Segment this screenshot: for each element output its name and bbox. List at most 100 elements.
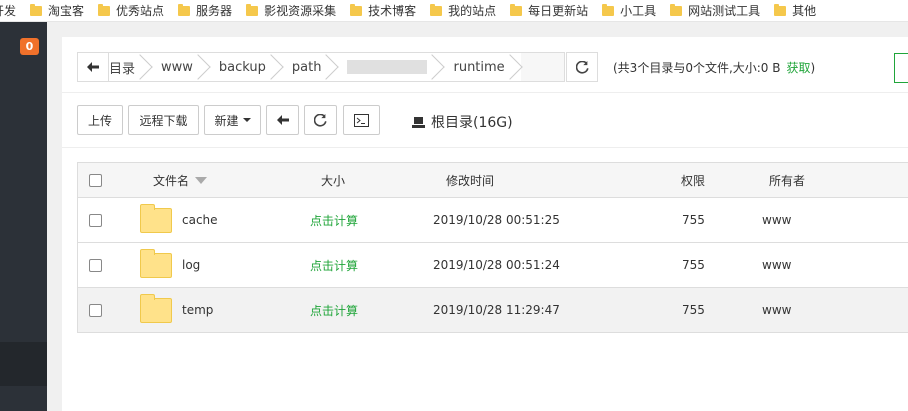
terminal-button[interactable] xyxy=(343,105,380,135)
sidebar-header: 0 xyxy=(0,22,47,67)
bookmark-label: 影视资源采集 xyxy=(264,4,337,18)
owner: www xyxy=(762,303,792,317)
permission[interactable]: 755 xyxy=(682,303,705,317)
upload-label: 上传 xyxy=(87,113,112,128)
upload-button[interactable]: 上传 xyxy=(77,105,123,135)
bookmark-item[interactable]: 淘宝客 xyxy=(30,2,84,19)
bookmark-item[interactable]: 优秀站点 xyxy=(98,2,164,19)
notification-badge[interactable]: 0 xyxy=(20,38,39,55)
row-checkbox[interactable] xyxy=(89,258,102,272)
table-row[interactable]: cache 点击计算 2019/10/28 00:51:25 755 www xyxy=(77,198,908,243)
bookmark-item[interactable]: 影视资源采集 xyxy=(246,2,336,19)
bookmark-item[interactable]: 技术博客 xyxy=(350,2,416,19)
table-header: 文件名 大小 修改时间 权限 所有者 xyxy=(77,162,908,198)
header-label: 权限 xyxy=(681,173,706,188)
bookmark-label: 淘宝客 xyxy=(48,4,85,18)
arrow-left-icon xyxy=(276,115,289,125)
back-button[interactable] xyxy=(266,105,299,135)
folder-icon xyxy=(30,3,43,16)
row-checkbox[interactable] xyxy=(89,213,102,227)
terminal-icon xyxy=(354,113,369,127)
refresh-icon xyxy=(314,113,327,127)
table-row[interactable]: log 点击计算 2019/10/28 00:51:24 755 www xyxy=(77,243,908,288)
directory-summary: (共3个目录与0个文件,大小:0 B 获取) xyxy=(613,59,815,76)
path-input-area[interactable] xyxy=(520,53,564,81)
remote-download-label: 远程下载 xyxy=(139,113,188,128)
remote-download-button[interactable]: 远程下载 xyxy=(128,105,199,135)
bookmark-item[interactable]: 每日更新站 xyxy=(510,2,588,19)
permission[interactable]: 755 xyxy=(682,258,705,272)
breadcrumb-item[interactable]: 目录 xyxy=(99,53,151,81)
redacted-block xyxy=(347,60,428,74)
folder-icon xyxy=(430,3,443,16)
calculate-size-link[interactable]: 点击计算 xyxy=(310,257,358,274)
bookmark-item[interactable]: 网站测试工具 xyxy=(670,2,760,19)
breadcrumb-label: runtime xyxy=(453,59,505,75)
table-row[interactable]: temp 点击计算 2019/10/28 11:29:47 755 www xyxy=(77,288,908,333)
owner: www xyxy=(762,213,792,227)
breadcrumb-label: 目录 xyxy=(109,61,136,77)
folder-icon xyxy=(140,293,172,323)
refresh-icon xyxy=(575,60,589,74)
disk-root[interactable]: 根目录(16G) xyxy=(412,112,513,132)
folder-icon xyxy=(350,3,363,16)
breadcrumb-item[interactable]: path xyxy=(282,53,338,81)
folder-icon xyxy=(246,3,259,16)
summary-close: ) xyxy=(810,61,816,75)
breadcrumb-item-redacted[interactable] xyxy=(337,53,443,81)
bookmark-label: 小工具 xyxy=(620,4,657,18)
bookmark-item[interactable]: 开发 xyxy=(0,2,16,19)
bookmark-label: 开发 xyxy=(0,4,17,18)
summary-text: (共3个目录与0个文件,大小:0 B xyxy=(613,61,781,75)
new-label: 新建 xyxy=(214,113,239,128)
bookmark-label: 我的站点 xyxy=(448,4,497,18)
bookmark-label: 网站测试工具 xyxy=(688,4,761,18)
sort-icon xyxy=(195,176,208,184)
file-table: 文件名 大小 修改时间 权限 所有者 cache 点击计算 2019/10/28… xyxy=(77,162,908,333)
bookmark-label: 优秀站点 xyxy=(116,4,165,18)
disk-label: 根目录(16G) xyxy=(431,115,513,131)
calculate-size-link[interactable]: 点击计算 xyxy=(310,302,358,319)
breadcrumb-label: backup xyxy=(218,59,266,75)
summary-calc-link[interactable]: 获取 xyxy=(787,61,811,75)
column-size-header: 大小 xyxy=(321,163,345,197)
header-label: 修改时间 xyxy=(446,173,495,188)
clipped-button[interactable] xyxy=(894,53,908,83)
arrow-left-icon xyxy=(87,62,99,72)
column-perm-header: 权限 xyxy=(681,163,705,197)
file-name[interactable]: log xyxy=(182,258,200,272)
column-name-header[interactable]: 文件名 xyxy=(153,163,208,197)
folder-icon xyxy=(140,248,172,278)
select-all-checkbox[interactable] xyxy=(89,173,102,187)
path-refresh-button[interactable] xyxy=(566,52,598,82)
file-name[interactable]: temp xyxy=(182,303,213,317)
row-checkbox[interactable] xyxy=(89,303,102,317)
bookmark-item[interactable]: 服务器 xyxy=(178,2,232,19)
bookmark-label: 每日更新站 xyxy=(528,4,589,18)
divider xyxy=(62,147,908,148)
folder-icon xyxy=(178,3,191,16)
bookmark-item[interactable]: 小工具 xyxy=(602,2,656,19)
path-bar: 目录 www backup path runtime xyxy=(77,52,565,82)
breadcrumb-label: www xyxy=(161,59,193,75)
breadcrumb-item[interactable]: runtime xyxy=(443,53,520,81)
breadcrumb-item[interactable]: backup xyxy=(209,53,282,81)
folder-icon xyxy=(602,3,615,16)
permission[interactable]: 755 xyxy=(682,213,705,227)
bookmark-item[interactable]: 我的站点 xyxy=(430,2,496,19)
folder-icon xyxy=(98,3,111,16)
column-mtime-header: 修改时间 xyxy=(446,163,494,197)
disk-icon xyxy=(412,116,425,128)
bookmark-item[interactable]: 其他 xyxy=(774,2,816,19)
file-name[interactable]: cache xyxy=(182,213,218,227)
sidebar-item-active[interactable] xyxy=(0,342,47,386)
calculate-size-link[interactable]: 点击计算 xyxy=(310,212,358,229)
caret-down-icon xyxy=(242,118,251,122)
modified-time: 2019/10/28 00:51:25 xyxy=(433,213,560,227)
modified-time: 2019/10/28 11:29:47 xyxy=(433,303,560,317)
bookmarks-bar: 开发 淘宝客 优秀站点 服务器 影视资源采集 技术博客 我的站点 每日更新站 小… xyxy=(0,0,908,22)
breadcrumb-item[interactable]: www xyxy=(151,53,209,81)
refresh-button[interactable] xyxy=(304,105,337,135)
bookmark-label: 服务器 xyxy=(196,4,233,18)
new-dropdown-button[interactable]: 新建 xyxy=(204,105,261,135)
